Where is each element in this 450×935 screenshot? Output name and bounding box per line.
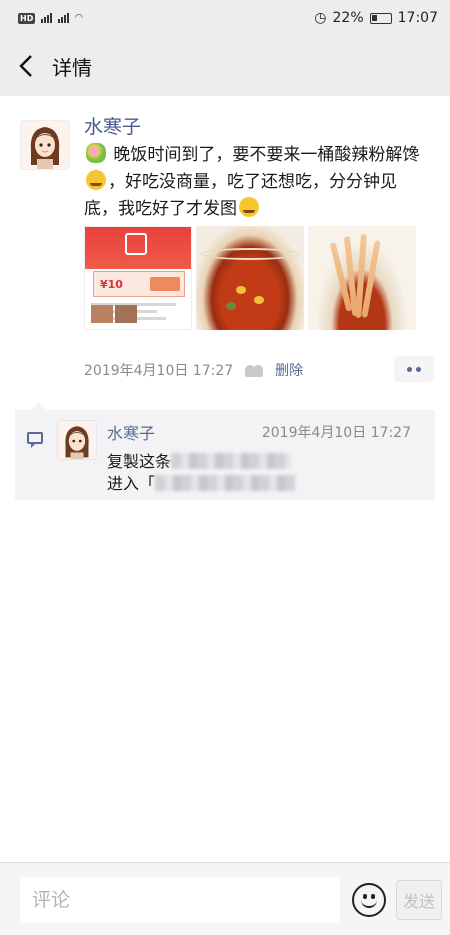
girl-avatar-icon xyxy=(30,127,60,169)
photo-grid: ¥10 xyxy=(84,226,416,330)
comment-author-name[interactable]: 水寒子 xyxy=(107,420,155,444)
avatar[interactable] xyxy=(20,120,70,170)
page-title: 详情 xyxy=(52,55,92,80)
coupon-button-shape xyxy=(150,277,180,291)
battery-icon xyxy=(369,12,392,24)
product-thumbnail xyxy=(91,305,113,323)
photo-thumbnail[interactable] xyxy=(308,226,416,330)
blurred-text xyxy=(155,475,296,491)
shop-logo-icon xyxy=(125,233,147,255)
post-meta: 2019年4月10日 17:27 删除 xyxy=(84,356,434,384)
comment-avatar[interactable] xyxy=(57,420,97,460)
battery-percent: 22% xyxy=(332,10,364,26)
signal-icon xyxy=(41,13,53,23)
send-button[interactable]: 发送 xyxy=(396,880,442,920)
peanut-shape xyxy=(254,296,264,304)
shop-header xyxy=(85,227,191,269)
alarm-icon: ◷ xyxy=(314,10,327,26)
post-author-name[interactable]: 水寒子 xyxy=(84,112,141,139)
laughing-emoji-icon xyxy=(86,170,106,190)
comment-text-line2: 进入「 xyxy=(107,470,296,494)
delete-link[interactable]: 删除 xyxy=(275,360,303,380)
comment-text-visible: 进入「 xyxy=(107,474,156,493)
bowl-rim xyxy=(200,248,300,260)
signal-icon xyxy=(58,13,70,23)
smile-icon xyxy=(361,900,377,908)
peanut-shape xyxy=(236,286,246,294)
photo-thumbnail[interactable]: ¥10 xyxy=(84,226,192,330)
comment-section: 水寒子 2019年4月10日 17:27 复製这条 进入「 xyxy=(15,402,435,500)
back-button[interactable] xyxy=(0,36,52,96)
flower-emoji-icon xyxy=(86,143,106,163)
coupon-amount: ¥10 xyxy=(100,277,123,291)
friends-visibility-icon[interactable] xyxy=(245,363,265,377)
comment-icon xyxy=(27,432,43,448)
comment-time: 2019年4月10日 17:27 xyxy=(261,425,411,441)
nav-bar: 详情 xyxy=(0,36,450,96)
wifi-icon: ◠ xyxy=(75,13,83,23)
peanut-shape xyxy=(226,302,236,310)
product-thumbnail xyxy=(115,305,137,323)
post-timestamp: 2019年4月10日 17:27 xyxy=(84,363,234,379)
comment-input-bar: 发送 xyxy=(0,862,450,935)
clock: 17:07 xyxy=(397,10,438,26)
blurred-text xyxy=(171,453,292,469)
photo-thumbnail[interactable] xyxy=(196,226,304,330)
status-right: ◷ 22% 17:07 xyxy=(314,10,438,26)
emoji-button[interactable] xyxy=(352,883,386,917)
more-actions-button[interactable] xyxy=(394,356,434,382)
laughing-emoji-icon xyxy=(239,197,259,217)
comment-text-visible: 复製这条 xyxy=(107,452,172,471)
back-arrow-icon xyxy=(19,55,32,77)
status-bar: HD ◠ ◷ 22% 17:07 xyxy=(0,0,450,36)
hd-icon: HD xyxy=(18,12,36,24)
comment-text-line1: 复製这条 xyxy=(107,448,292,472)
status-left: HD ◠ xyxy=(18,12,83,24)
post-text: 晚饭时间到了，要不要来一桶酸辣粉解馋，好吃没商量，吃了还想吃，分分钟见底，我吃好… xyxy=(84,142,424,223)
coupon: ¥10 xyxy=(93,271,185,297)
girl-avatar-icon xyxy=(65,426,89,459)
post-text-part1: 晚饭时间到了，要不要来一桶酸辣粉解馋 xyxy=(113,145,420,165)
comment-input[interactable] xyxy=(20,877,340,923)
